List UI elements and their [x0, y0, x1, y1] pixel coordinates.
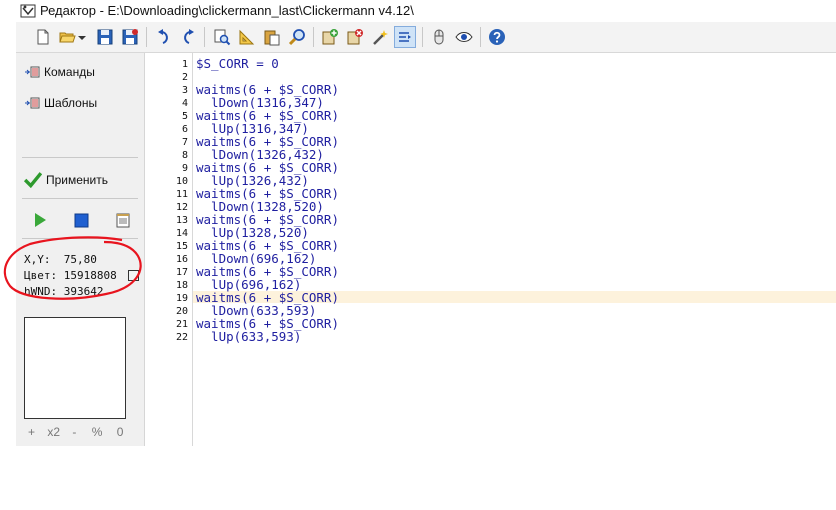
code-line[interactable]: lUp(633,593)	[196, 329, 301, 344]
toolbar-separator	[146, 27, 147, 47]
ruler-icon	[239, 29, 255, 45]
line-number: 13	[175, 215, 188, 226]
line-number: 11	[175, 189, 188, 200]
line-number: 10	[175, 176, 188, 187]
notepad-icon	[116, 213, 130, 228]
line-number: 6	[181, 124, 188, 135]
save-all-button[interactable]	[119, 26, 141, 48]
save-all-icon	[122, 29, 138, 45]
magic-wand-button[interactable]	[369, 26, 391, 48]
paste-icon	[264, 30, 280, 46]
checkmark-icon	[24, 172, 42, 188]
app-icon	[20, 4, 36, 18]
zoom-in-button[interactable]: +	[28, 425, 35, 439]
mouse-icon	[434, 29, 444, 45]
delete-button[interactable]	[344, 26, 366, 48]
help-icon	[489, 29, 505, 45]
ruler-button[interactable]	[236, 26, 258, 48]
line-number: 3	[181, 85, 188, 96]
apply-button[interactable]: Применить	[24, 172, 108, 188]
save-button[interactable]	[94, 26, 116, 48]
line-number: 12	[175, 202, 188, 213]
line-number-gutter: 1 2 3 4 5 6 7 8 9 10 11 12 13 14 15 16 17 18 19 20 21 22	[145, 53, 193, 446]
find-icon	[214, 29, 231, 46]
new-file-icon	[37, 29, 49, 45]
undo-icon	[158, 29, 168, 44]
zoom-percent-button[interactable]: %	[92, 425, 103, 439]
commands-label: Команды	[44, 65, 95, 79]
toolbar-separator	[480, 27, 481, 47]
line-number: 22	[175, 332, 188, 343]
magnifier-preview	[24, 317, 126, 419]
code-line[interactable]: $S_CORR = 0	[196, 56, 279, 71]
title-bar: Редактор - E:\Downloading\clickermann_la…	[0, 0, 836, 22]
line-number: 7	[181, 137, 188, 148]
templates-label: Шаблоны	[44, 96, 98, 110]
delete-icon	[347, 29, 363, 45]
magic-wand-icon	[373, 30, 388, 45]
help-button[interactable]	[486, 26, 508, 48]
line-number: 20	[175, 306, 188, 317]
zoom-x2-button[interactable]: x2	[47, 425, 60, 439]
line-number: 4	[181, 98, 188, 109]
zoom-out-button[interactable]: -	[72, 425, 76, 439]
commands-icon	[25, 66, 40, 78]
apply-label: Применить	[46, 173, 109, 187]
redo-icon	[184, 29, 194, 44]
paste-button[interactable]	[261, 26, 283, 48]
zoom-controls: + x2 - % 0	[28, 425, 123, 439]
open-button[interactable]	[56, 26, 78, 48]
new-file-button[interactable]	[32, 26, 54, 48]
stop-icon	[74, 213, 89, 228]
open-dropdown-button[interactable]	[76, 26, 88, 48]
line-number: 18	[175, 280, 188, 291]
line-number: 17	[175, 267, 188, 278]
toolbar-separator	[204, 27, 205, 47]
undo-button[interactable]	[153, 26, 175, 48]
format-button[interactable]	[394, 26, 416, 48]
eye-button[interactable]	[453, 26, 475, 48]
search-button[interactable]	[286, 26, 308, 48]
line-number: 21	[175, 319, 188, 330]
save-icon	[97, 29, 113, 45]
redo-button[interactable]	[177, 26, 199, 48]
line-number: 9	[181, 163, 188, 174]
search-icon	[288, 29, 305, 46]
format-icon	[399, 32, 411, 42]
mouse-button[interactable]	[428, 26, 450, 48]
line-number: 14	[175, 228, 188, 239]
annotation-ellipse	[3, 236, 142, 300]
toolbar	[16, 22, 836, 53]
play-icon	[35, 213, 46, 227]
add-button[interactable]	[319, 26, 341, 48]
line-number: 16	[175, 254, 188, 265]
find-button[interactable]	[211, 26, 233, 48]
panel-divider	[22, 157, 138, 158]
commands-button[interactable]: Команды	[24, 65, 95, 79]
zoom-reset-button[interactable]: 0	[117, 425, 124, 439]
window-title: Редактор - E:\Downloading\clickermann_la…	[40, 3, 414, 18]
eye-icon	[455, 32, 473, 42]
open-folder-icon	[59, 32, 76, 43]
line-number: 2	[181, 72, 188, 83]
toolbar-separator	[422, 27, 423, 47]
toolbar-separator	[313, 27, 314, 47]
panel-divider	[22, 198, 138, 199]
templates-button[interactable]: Шаблоны	[24, 96, 97, 110]
dropdown-arrow-icon	[78, 36, 86, 40]
line-number: 5	[181, 111, 188, 122]
line-number: 1	[181, 59, 188, 70]
add-icon	[322, 29, 338, 45]
line-number: 8	[181, 150, 188, 161]
line-number: 19	[175, 293, 188, 304]
templates-icon	[25, 97, 40, 109]
code-editor[interactable]: 1 2 3 4 5 6 7 8 9 10 11 12 13 14 15 16 17 18 19 20 21 22 $S_C…	[145, 53, 836, 446]
line-number: 15	[175, 241, 188, 252]
